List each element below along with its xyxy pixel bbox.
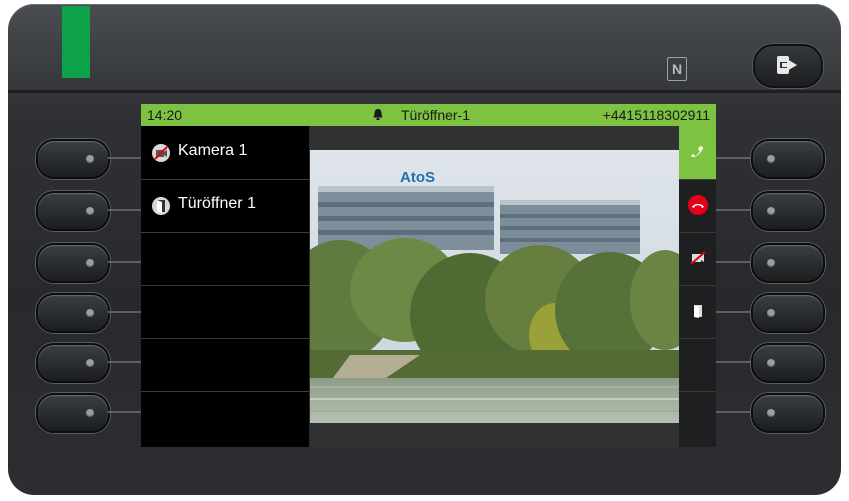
camera-off-icon <box>690 251 706 265</box>
status-led <box>62 6 90 78</box>
key-indicator <box>767 207 775 215</box>
list-item-tueroeffner[interactable]: Türöffner 1 <box>141 179 309 233</box>
right-line-key-4[interactable] <box>751 293 825 333</box>
empty-softkey <box>679 338 716 392</box>
door-icon <box>694 305 702 318</box>
answer-call-softkey[interactable] <box>679 126 716 180</box>
key-connector <box>716 311 751 313</box>
left-line-key-3[interactable] <box>36 243 110 283</box>
logout-icon <box>777 56 797 74</box>
key-indicator <box>86 155 94 163</box>
key-indicator <box>767 309 775 317</box>
key-indicator <box>767 359 775 367</box>
camera-feed-image: AtoS <box>310 150 679 423</box>
list-item-kamera[interactable]: Kamera 1 <box>141 126 309 180</box>
door-open-softkey[interactable] <box>679 285 716 339</box>
left-line-key-1[interactable] <box>36 139 110 179</box>
key-connector <box>716 361 751 363</box>
key-connector <box>108 361 141 363</box>
key-indicator <box>86 309 94 317</box>
key-indicator <box>767 409 775 417</box>
key-connector <box>108 157 141 159</box>
left-line-key-5[interactable] <box>36 343 110 383</box>
key-connector <box>716 261 751 263</box>
list-item-empty <box>141 338 309 392</box>
camera-off-softkey[interactable] <box>679 232 716 286</box>
right-line-key-5[interactable] <box>751 343 825 383</box>
clock-time: 14:20 <box>147 107 183 123</box>
end-call-icon <box>688 195 708 215</box>
camera-off-icon <box>151 143 171 168</box>
atos-logo: AtoS <box>400 169 435 186</box>
end-call-softkey[interactable] <box>679 179 716 233</box>
right-line-key-1[interactable] <box>751 139 825 179</box>
left-line-key-6[interactable] <box>36 393 110 433</box>
left-line-key-4[interactable] <box>36 293 110 333</box>
door-icon <box>151 196 171 221</box>
bell-icon <box>372 108 384 124</box>
key-indicator <box>86 409 94 417</box>
list-item-empty <box>141 285 309 339</box>
softkey-column <box>679 126 716 447</box>
phone-number: +4415118302911 <box>602 107 710 123</box>
key-indicator <box>86 259 94 267</box>
key-connector <box>108 261 141 263</box>
nfc-icon: N <box>667 57 687 81</box>
list-item-label: Türöffner 1 <box>178 195 256 212</box>
right-line-key-6[interactable] <box>751 393 825 433</box>
key-connector <box>108 311 141 313</box>
key-connector <box>108 209 141 211</box>
status-bar: 14:20 Türöffner-1 +4415118302911 <box>141 104 716 126</box>
list-item-label: Kamera 1 <box>178 142 248 159</box>
key-connector <box>716 157 751 159</box>
phone-display: 14:20 Türöffner-1 +4415118302911 Kamera … <box>141 104 716 447</box>
key-connector <box>716 209 751 211</box>
key-indicator <box>767 259 775 267</box>
key-connector <box>108 411 141 413</box>
key-indicator <box>86 207 94 215</box>
call-list: Kamera 1 Türöffner 1 <box>141 126 309 447</box>
left-line-key-2[interactable] <box>36 191 110 231</box>
device-divider <box>8 90 841 93</box>
answer-call-icon <box>691 146 703 157</box>
key-connector <box>716 411 751 413</box>
right-line-key-2[interactable] <box>751 191 825 231</box>
list-item-empty <box>141 232 309 286</box>
key-indicator <box>767 155 775 163</box>
call-name: Türöffner-1 <box>401 107 470 123</box>
logout-button[interactable] <box>753 44 823 88</box>
camera-video-view: AtoS <box>310 126 679 447</box>
key-indicator <box>86 359 94 367</box>
right-line-key-3[interactable] <box>751 243 825 283</box>
